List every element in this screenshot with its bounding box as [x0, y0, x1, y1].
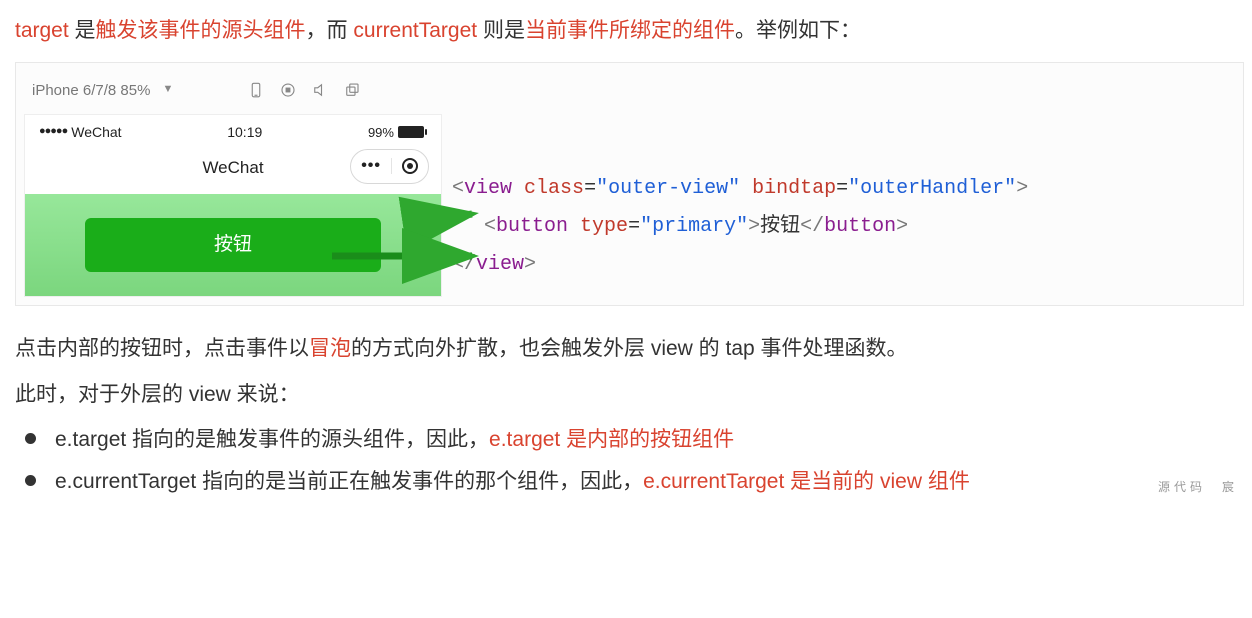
bullet-item-target: e.target 指向的是触发事件的源头组件，因此，e.target 是内部的按… [21, 421, 1244, 459]
mute-icon[interactable] [307, 77, 333, 103]
paragraph-context: 此时，对于外层的 view 来说： [15, 376, 1244, 414]
more-icon: ••• [361, 152, 381, 181]
stop-icon[interactable] [275, 77, 301, 103]
intro-currenttarget: currentTarget [353, 19, 477, 42]
bullet-list: e.target 指向的是触发事件的源头组件，因此，e.target 是内部的按… [15, 421, 1244, 501]
intro-paragraph: target 是触发该事件的源头组件，而 currentTarget 则是当前事… [15, 12, 1244, 50]
nav-title: WeChat [202, 153, 263, 184]
chevron-down-icon: ▼ [162, 80, 173, 100]
status-bar: ●●●●● WeChat 10:19 99% [25, 115, 441, 147]
battery-icon [398, 126, 427, 138]
capsule-divider [391, 158, 392, 174]
simulator: ●●●●● WeChat 10:19 99% WeChat ••• [24, 114, 442, 297]
signal-icon: ●●●●● [39, 122, 67, 142]
intro-currenttarget-desc: 当前事件所绑定的组件 [525, 19, 735, 42]
carrier-label: WeChat [71, 120, 121, 145]
outer-view[interactable]: 按钮 [25, 194, 441, 296]
status-time: 10:19 [227, 120, 262, 145]
target-icon [402, 158, 418, 174]
device-label[interactable]: iPhone 6/7/8 85% [32, 77, 150, 104]
battery-percent: 99% [368, 121, 394, 144]
figure-container: iPhone 6/7/8 85% ▼ ●●●●● WeChat 10:19 9 [15, 62, 1244, 306]
phone-icon[interactable] [243, 77, 269, 103]
nav-bar: WeChat ••• [25, 147, 441, 194]
paragraph-bubble: 点击内部的按钮时，点击事件以冒泡的方式向外扩散，也会触发外层 view 的 ta… [15, 330, 1244, 368]
capsule-button[interactable]: ••• [350, 149, 429, 184]
watermark: 源代码 宸 [1158, 477, 1238, 499]
devtools-toolbar: iPhone 6/7/8 85% ▼ [24, 71, 1235, 114]
bullet-item-currenttarget: e.currentTarget 指向的是当前正在触发事件的那个组件，因此，e.c… [21, 463, 1244, 501]
bubble-word: 冒泡 [309, 337, 351, 360]
code-snippet: <view class="outer-view" bindtap="outerH… [452, 114, 1235, 284]
rotate-icon[interactable] [339, 77, 365, 103]
button-label: 按钮 [214, 234, 252, 255]
simulator-row: ●●●●● WeChat 10:19 99% WeChat ••• [24, 114, 1235, 297]
intro-target-desc: 触发该事件的源头组件 [96, 19, 306, 42]
intro-target: target [15, 19, 69, 42]
primary-button[interactable]: 按钮 [85, 218, 381, 272]
